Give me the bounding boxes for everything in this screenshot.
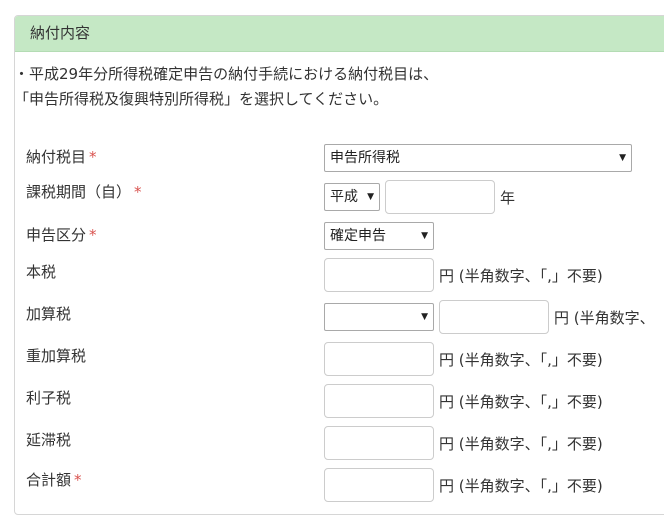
total-label: 合計額 * (26, 471, 82, 489)
tax-period-year-input[interactable] (385, 180, 495, 214)
delinquency-tax-label: 延滞税 (26, 431, 72, 449)
total-unit: 円 (半角数字、「,」不要) (439, 477, 603, 495)
additional-tax-unit: 円 (半角数字、 (554, 309, 655, 327)
interest-tax-unit: 円 (半角数字、「,」不要) (439, 393, 603, 411)
notice-line-1: ・平成29年分所得税確定申告の納付手続における納付税目は、 (14, 65, 439, 83)
filing-type-select[interactable]: 確定申告 ▼ (324, 222, 434, 250)
required-mark: * (74, 471, 82, 489)
notice-line-2: 「申告所得税及復興特別所得税」を選択してください。 (14, 90, 389, 108)
heavy-additional-tax-label: 重加算税 (26, 347, 87, 365)
tax-item-label: 納付税目 * (26, 148, 97, 166)
filing-type-select-value: 確定申告 (330, 228, 386, 244)
total-input[interactable] (324, 468, 434, 502)
additional-tax-select[interactable]: ▼ (324, 303, 434, 331)
notice-text: ・平成29年分所得税確定申告の納付手続における納付税目は、 「申告所得税及復興特… (14, 62, 438, 112)
interest-tax-label: 利子税 (26, 389, 72, 407)
required-mark: * (89, 226, 97, 244)
panel-title: 納付内容 (15, 16, 664, 52)
caret-down-icon: ▼ (619, 153, 626, 163)
tax-period-era-select[interactable]: 平成 ▼ (324, 183, 380, 211)
caret-down-icon: ▼ (421, 312, 428, 322)
caret-down-icon: ▼ (421, 231, 428, 241)
tax-item-select-value: 申告所得税 (330, 150, 400, 166)
additional-tax-label: 加算税 (26, 305, 72, 323)
year-unit-label: 年 (500, 189, 516, 207)
heavy-additional-tax-input[interactable] (324, 342, 434, 376)
delinquency-tax-input[interactable] (324, 426, 434, 460)
tax-period-label: 課税期間（自） * (26, 183, 142, 201)
tax-period-era-value: 平成 (330, 189, 358, 205)
additional-tax-input[interactable] (439, 300, 549, 334)
main-tax-input[interactable] (324, 258, 434, 292)
heavy-additional-tax-unit: 円 (半角数字、「,」不要) (439, 351, 603, 369)
filing-type-label: 申告区分 * (26, 226, 97, 244)
caret-down-icon: ▼ (367, 192, 374, 202)
main-tax-label: 本税 (26, 263, 57, 281)
interest-tax-input[interactable] (324, 384, 434, 418)
required-mark: * (89, 148, 97, 166)
delinquency-tax-unit: 円 (半角数字、「,」不要) (439, 435, 603, 453)
tax-item-select[interactable]: 申告所得税 ▼ (324, 144, 632, 172)
required-mark: * (134, 183, 142, 201)
main-tax-unit: 円 (半角数字、「,」不要) (439, 267, 603, 285)
